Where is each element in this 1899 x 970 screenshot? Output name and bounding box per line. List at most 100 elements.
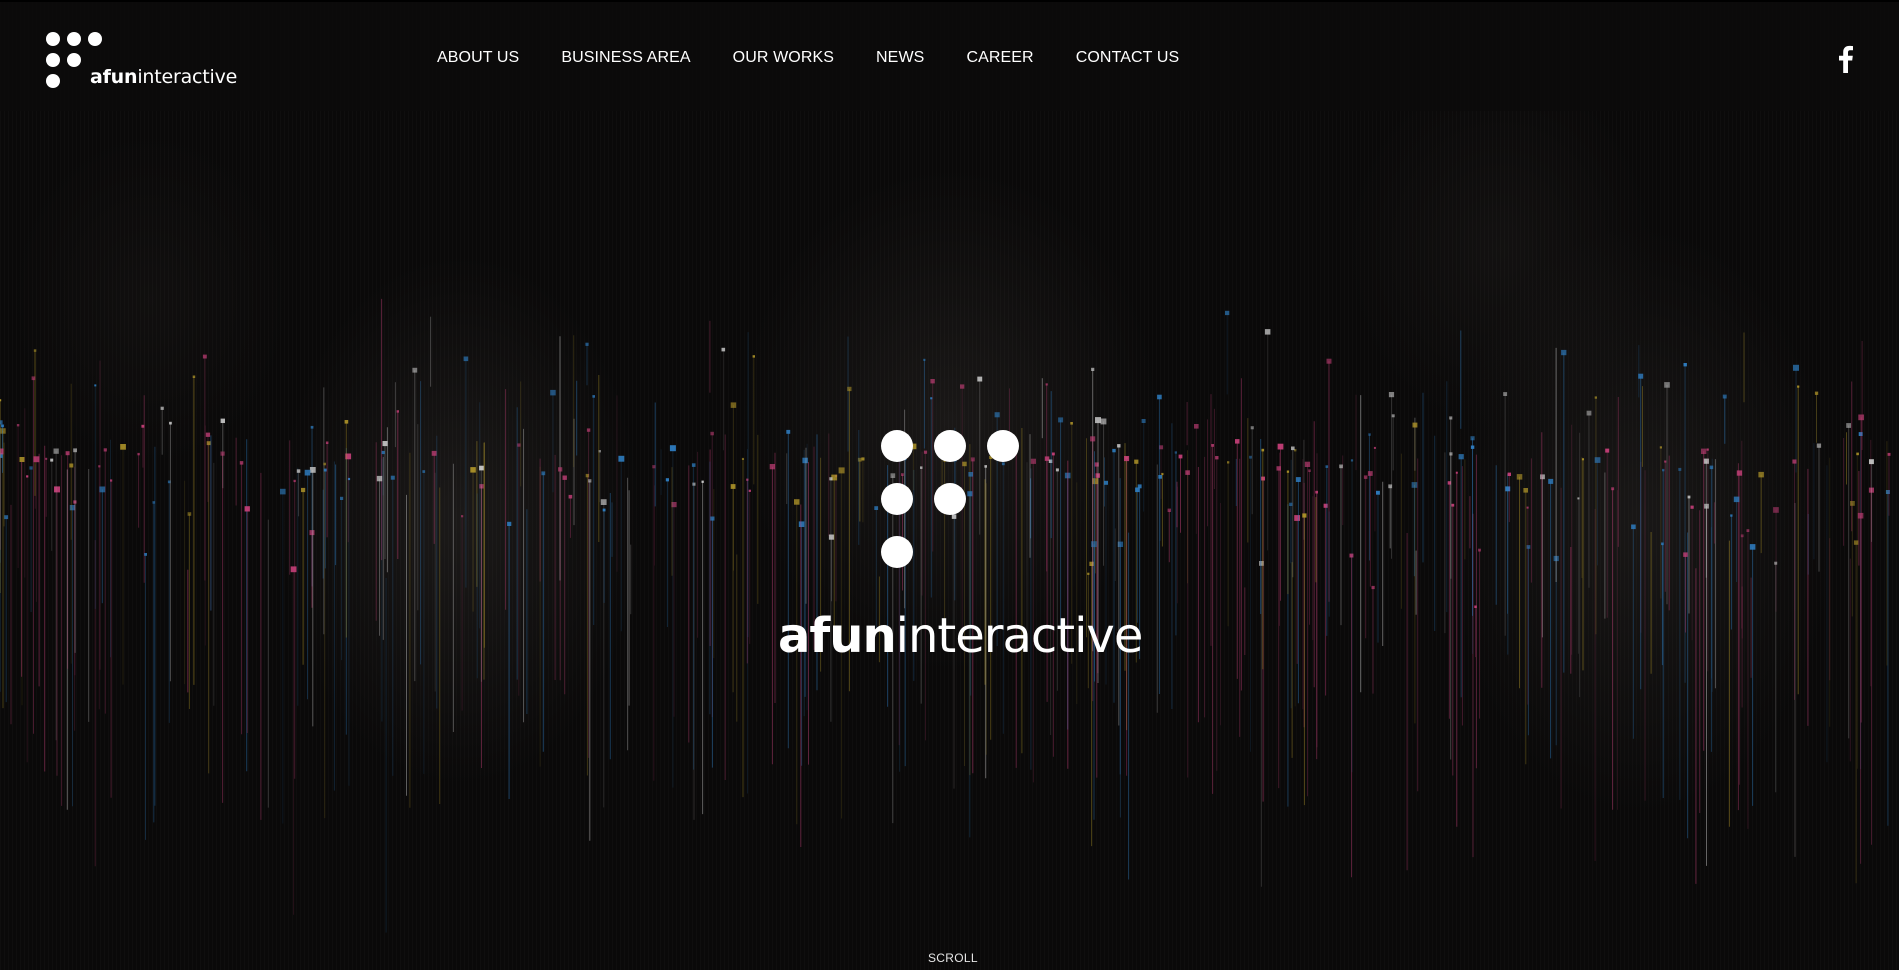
logo-dot [934,483,966,515]
particle-dot [1540,474,1545,480]
particle-dot [1294,515,1300,521]
particle-dot [50,458,54,462]
logo-dot [881,536,913,568]
particle-dot [1792,459,1797,464]
particle-dot [323,468,327,472]
particle-dot [431,450,437,456]
particle-dot [1451,503,1455,507]
particle-dot [1605,448,1610,453]
particle-dot [586,428,591,432]
nav-item-about-us[interactable]: ABOUT US [437,49,519,67]
particle-dot [205,432,211,437]
nav-item-contact-us[interactable]: CONTACT US [1076,49,1180,67]
particle-dot [206,441,211,446]
particle-dot [1749,544,1756,550]
particle-dot [1561,349,1567,356]
logo-dot [46,74,60,88]
page: afuninteractive ABOUT US BUSINESS AREA O… [0,0,1899,970]
particle-dot [1058,417,1064,423]
particle-dot [585,342,589,346]
particle-dot [160,406,164,410]
particle-dot [930,379,935,384]
particle-dot [1295,477,1301,482]
particle-dot [1797,385,1800,388]
nav-item-our-works[interactable]: OUR WORKS [733,49,834,67]
particle-dot [304,469,311,476]
particle-dot [19,457,25,462]
particle-dot [1249,455,1252,459]
particle-dot [1,424,4,428]
particle-dot [296,469,301,473]
header-logo[interactable]: afuninteractive [46,30,237,90]
particle-dot [847,386,852,392]
particle-dot [1371,585,1375,590]
particle-dot [144,553,147,556]
particle-dot [340,496,344,500]
particle-dot [1325,465,1329,468]
particle-dot [769,464,775,470]
particle-dot [239,461,244,465]
particle-dot [110,479,113,482]
particle-dot [1773,507,1779,513]
particle-dot [665,478,669,482]
particle-dot [376,475,383,482]
particle-dot [1167,508,1171,512]
particle-dot [1856,452,1859,456]
logo-dot [46,53,60,67]
particle-dot [1185,470,1190,475]
particle-dot [1470,436,1475,441]
particle-dot [1158,475,1162,479]
particle-dot [98,465,101,468]
particle-dot [33,456,40,463]
particle-dot [290,566,297,573]
particle-dot [568,494,573,499]
particle-dot [1235,439,1240,444]
particle-dot [1526,506,1529,509]
particle-dot [1687,495,1691,499]
particle-dot [69,463,74,468]
particle-dot [1350,459,1354,462]
particle-dot [1458,454,1464,460]
particle-dot [1586,410,1592,416]
particle-dot [1816,443,1822,448]
particle-dot [120,444,126,450]
particle-dot [1091,367,1095,371]
nav-item-news[interactable]: NEWS [876,49,924,67]
particle-dot [507,521,512,526]
particle-dot [730,402,737,408]
nav-item-career[interactable]: CAREER [966,49,1033,67]
particle-dot [1286,470,1290,473]
logo-dot [987,430,1019,462]
particle-dot [1758,471,1764,478]
particle-dot [1631,524,1636,530]
particle-dot [94,384,97,387]
particle-dot [382,441,388,447]
particle-dot [16,424,20,427]
facebook-icon[interactable] [1835,45,1855,73]
particle-dot [187,512,192,516]
particle-dot [1857,512,1864,519]
particle-dot [220,418,225,423]
particle-dot [1611,487,1615,491]
particle-dot [192,375,196,378]
particle-dot [1211,444,1214,447]
particle-dot [1846,423,1851,428]
particle-dot [1709,465,1714,470]
scroll-indicator[interactable]: SCROLL [928,951,978,965]
particle-dot [65,451,70,456]
particle-dot [1740,534,1744,538]
particle-dot [1412,422,1418,428]
particle-dot [202,354,207,359]
site-header: afuninteractive ABOUT US BUSINESS AREA O… [0,0,1899,111]
particle-dot [45,457,48,460]
particle-dot [1548,478,1554,484]
particle-dot [1858,414,1864,421]
particle-dot [73,448,77,453]
particle-dot [0,399,2,402]
nav-item-business-area[interactable]: BUSINESS AREA [561,49,690,67]
particle-dot [1664,382,1670,388]
particle-dot [1470,445,1475,449]
particle-dot [422,470,426,473]
particle-dot [412,367,418,373]
particle-dot [1135,487,1140,493]
